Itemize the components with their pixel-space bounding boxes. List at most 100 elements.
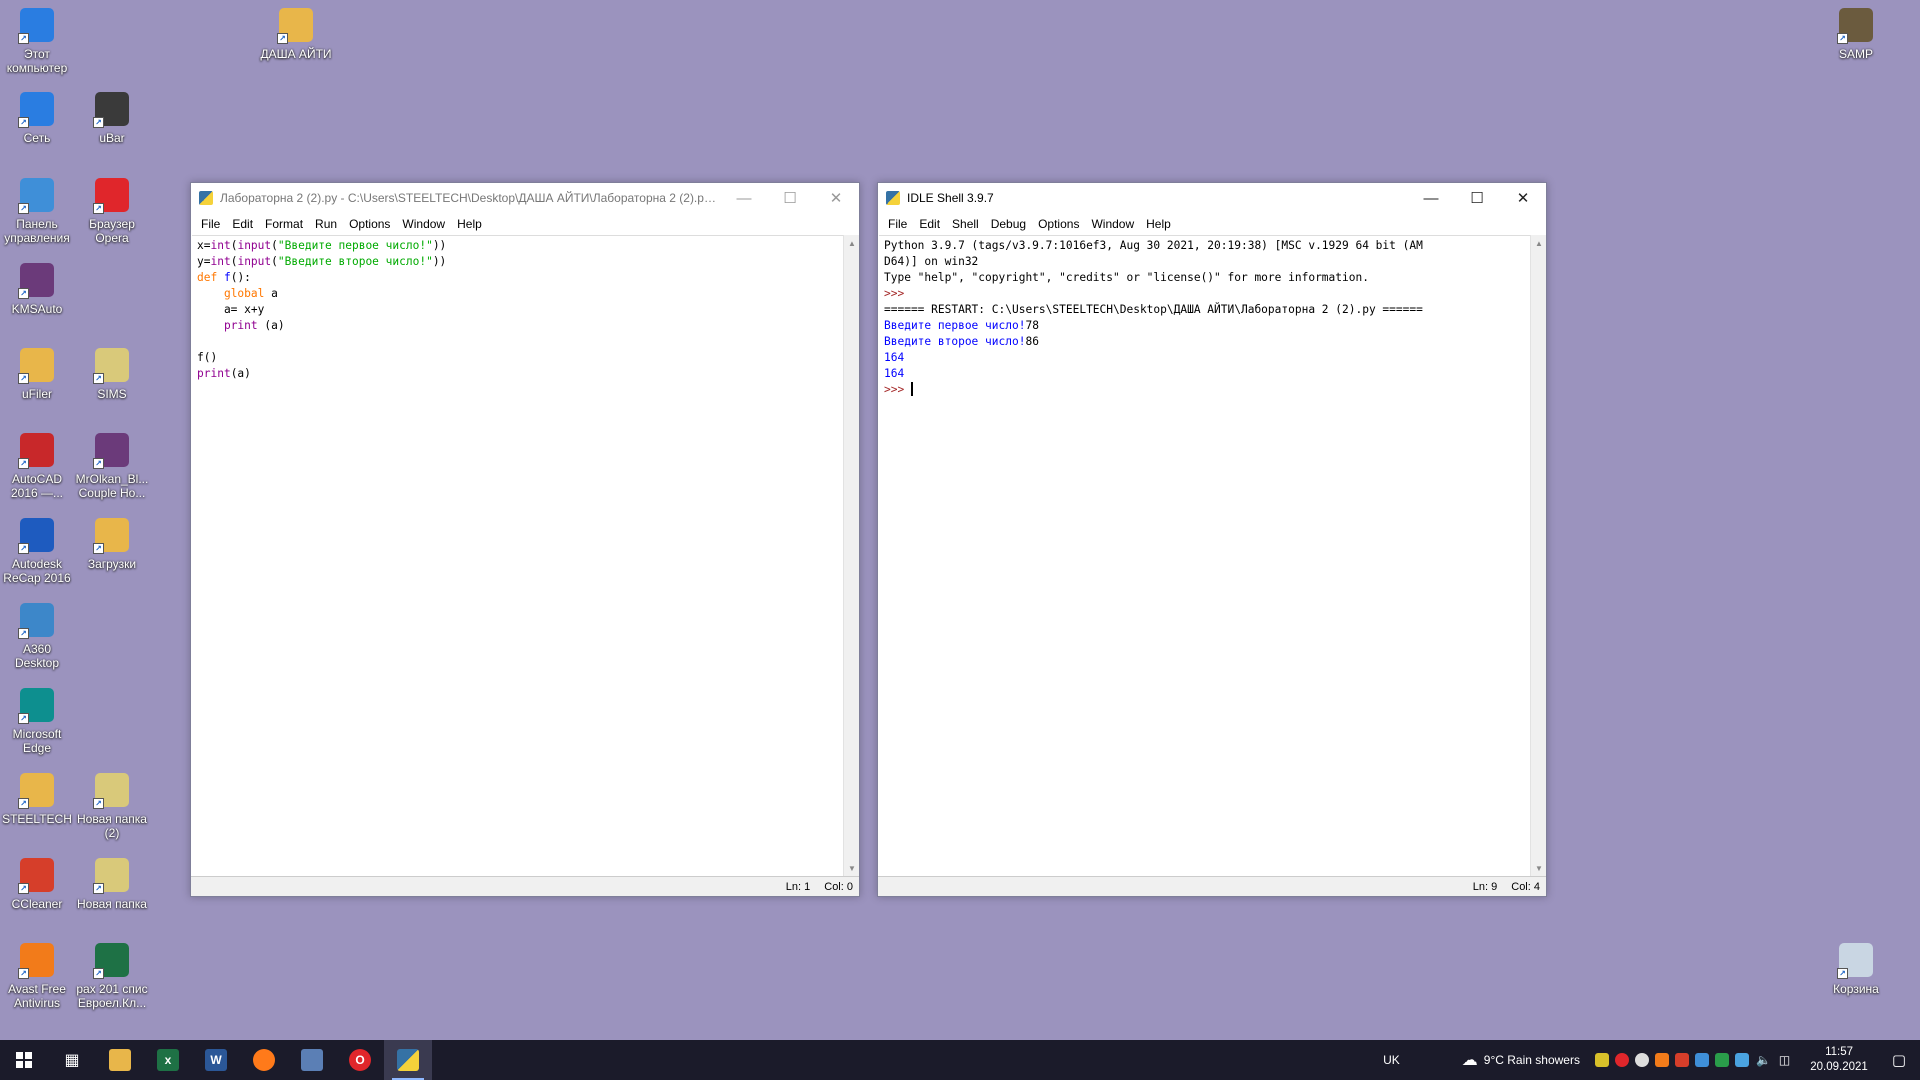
menu-debug[interactable]: Debug	[985, 217, 1032, 231]
task-view-icon: ▦	[64, 1052, 80, 1069]
scroll-down-icon[interactable]: ▼	[844, 860, 860, 876]
desktop-icon[interactable]: ↗ Браузер Opera	[76, 178, 148, 245]
menu-run[interactable]: Run	[309, 217, 343, 231]
firefox-icon	[253, 1049, 275, 1071]
volume-icon[interactable]: 🔈	[1756, 1053, 1771, 1067]
shell-line: 164	[884, 367, 905, 380]
desktop-icon[interactable]: ↗ A360 Desktop	[1, 603, 73, 670]
shell-titlebar[interactable]: IDLE Shell 3.9.7 — ☐ ✕	[878, 183, 1546, 213]
menu-file[interactable]: File	[882, 217, 913, 231]
editor-statusbar: Ln: 1 Col: 0	[191, 876, 859, 896]
tray-app-icon[interactable]	[1634, 1053, 1649, 1067]
code-line: f()	[197, 351, 218, 364]
tray-app-icon[interactable]	[1674, 1053, 1689, 1067]
weather-widget[interactable]: ☁ 9°C Rain showers	[1456, 1050, 1586, 1070]
menu-help[interactable]: Help	[1140, 217, 1177, 231]
taskbar-word[interactable]: W	[192, 1040, 240, 1080]
network-icon[interactable]: ◫	[1779, 1053, 1790, 1067]
opera-tray-icon[interactable]	[1614, 1053, 1629, 1067]
control-panel-icon: ↗	[18, 178, 54, 214]
shortcut-arrow-icon: ↗	[1837, 33, 1848, 44]
scroll-up-icon[interactable]: ▲	[844, 235, 860, 251]
minimize-icon[interactable]: —	[721, 183, 767, 213]
desktop-icon[interactable]: ↗ Сеть	[1, 92, 73, 145]
menu-format[interactable]: Format	[259, 217, 309, 231]
taskbar-python-idle[interactable]	[384, 1040, 432, 1080]
desktop-icon[interactable]: ↗ Корзина	[1820, 943, 1892, 996]
shell-scrollbar[interactable]: ▲ ▼	[1530, 235, 1546, 876]
taskbar-explorer[interactable]	[96, 1040, 144, 1080]
menu-window[interactable]: Window	[396, 217, 451, 231]
menu-help[interactable]: Help	[451, 217, 488, 231]
menu-options[interactable]: Options	[1032, 217, 1085, 231]
desktop-icon[interactable]: ↗ Новая папка	[76, 858, 148, 911]
editor-scrollbar[interactable]: ▲ ▼	[843, 235, 859, 876]
shortcut-arrow-icon: ↗	[18, 883, 29, 894]
tray-app-icon[interactable]	[1654, 1053, 1669, 1067]
taskbar-excel[interactable]: x	[144, 1040, 192, 1080]
shell-window[interactable]: IDLE Shell 3.9.7 — ☐ ✕ File Edit Shell D…	[877, 182, 1547, 897]
close-icon[interactable]: ✕	[813, 183, 859, 213]
desktop-icon-label: Autodesk ReCap 2016	[3, 557, 71, 585]
taskbar-network-app[interactable]	[288, 1040, 336, 1080]
column-indicator: Col: 0	[824, 880, 853, 893]
maximize-icon[interactable]: ☐	[1454, 183, 1500, 213]
desktop-icon[interactable]: ↗ AutoCAD 2016 —...	[1, 433, 73, 500]
start-button[interactable]	[0, 1040, 48, 1080]
recap-icon: ↗	[18, 518, 54, 554]
editor-titlebar[interactable]: Лабораторна 2 (2).py - C:\Users\STEELTEC…	[191, 183, 859, 213]
shell-output[interactable]: Python 3.9.7 (tags/v3.9.7:1016ef3, Aug 3…	[879, 235, 1530, 876]
a360-icon: ↗	[18, 603, 54, 639]
shortcut-arrow-icon: ↗	[93, 543, 104, 554]
desktop-icon[interactable]: ↗ Microsoft Edge	[1, 688, 73, 755]
tray-app-icon[interactable]	[1694, 1053, 1709, 1067]
desktop-icon[interactable]: ↗ SAMP	[1820, 8, 1892, 61]
menu-edit[interactable]: Edit	[226, 217, 259, 231]
menu-window[interactable]: Window	[1085, 217, 1140, 231]
editor-window[interactable]: Лабораторна 2 (2).py - C:\Users\STEELTEC…	[190, 182, 860, 897]
desktop-icon-label: SIMS	[97, 387, 127, 401]
desktop-icon[interactable]: ↗ uFiler	[1, 348, 73, 401]
menu-shell[interactable]: Shell	[946, 217, 985, 231]
desktop-icon[interactable]: ↗ CCleaner	[1, 858, 73, 911]
tray-app-icon[interactable]	[1594, 1053, 1609, 1067]
code-editor[interactable]: x=int(input("Введите первое число!")) y=i…	[192, 235, 843, 876]
desktop-icon[interactable]: ↗ Загрузки	[76, 518, 148, 571]
menu-edit[interactable]: Edit	[913, 217, 946, 231]
maximize-icon[interactable]: ☐	[767, 183, 813, 213]
desktop-icon[interactable]: ↗ uBar	[76, 92, 148, 145]
scroll-down-icon[interactable]: ▼	[1531, 860, 1547, 876]
language-indicator[interactable]: UK	[1377, 1053, 1406, 1067]
notification-icon[interactable]: ▢	[1878, 1051, 1920, 1069]
desktop-icon-label: uFiler	[21, 387, 52, 401]
desktop-icon[interactable]: ↗ STEELTECH	[1, 773, 73, 826]
code-line: a= x+y	[197, 303, 265, 316]
desktop-icon[interactable]: ↗ KMSAuto	[1, 263, 73, 316]
desktop-icon-label: Новая папка (2)	[77, 812, 147, 840]
shell-prompt-line[interactable]: >>>	[884, 382, 1530, 398]
desktop-icon[interactable]: ↗ pax 201 спис Евроел.Кл...	[76, 943, 148, 1010]
scroll-up-icon[interactable]: ▲	[1531, 235, 1547, 251]
desktop-icon[interactable]: ↗ Autodesk ReCap 2016	[1, 518, 73, 585]
code-line: def f():	[197, 271, 251, 284]
desktop-icon[interactable]: ↗ Новая папка (2)	[76, 773, 148, 840]
taskbar-opera[interactable]: O	[336, 1040, 384, 1080]
code-line: print(a)	[197, 367, 251, 380]
task-view-button[interactable]: ▦	[48, 1040, 96, 1080]
tray-app-icon[interactable]	[1714, 1053, 1729, 1067]
menu-options[interactable]: Options	[343, 217, 396, 231]
menu-file[interactable]: File	[195, 217, 226, 231]
shortcut-arrow-icon: ↗	[18, 373, 29, 384]
desktop-icon[interactable]: ↗ SIMS	[76, 348, 148, 401]
shortcut-arrow-icon: ↗	[18, 968, 29, 979]
desktop-icon[interactable]: ↗ ДАША АЙТИ	[260, 8, 332, 61]
desktop-icon[interactable]: ↗ Панель управления	[1, 178, 73, 245]
desktop-icon[interactable]: ↗ Этот компьютер	[1, 8, 73, 75]
desktop-icon[interactable]: ↗ MrOlkan_Bl... Couple Ho...	[76, 433, 148, 500]
desktop-icon[interactable]: ↗ Avast Free Antivirus	[1, 943, 73, 1010]
clock[interactable]: 11:57 20.09.2021	[1800, 1045, 1878, 1075]
taskbar-firefox[interactable]	[240, 1040, 288, 1080]
close-icon[interactable]: ✕	[1500, 183, 1546, 213]
minimize-icon[interactable]: —	[1408, 183, 1454, 213]
tray-app-icon[interactable]	[1734, 1053, 1749, 1067]
